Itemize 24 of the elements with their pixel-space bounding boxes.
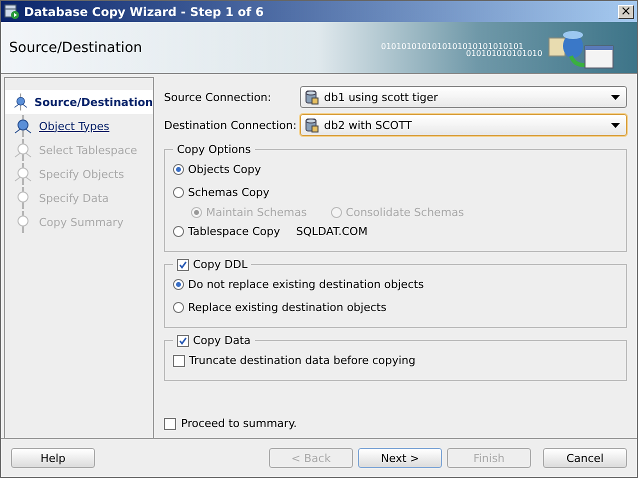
tablespace-name: SQLDAT.COM xyxy=(296,225,368,238)
connection-dropdown[interactable]: db1 using scott tiger xyxy=(300,86,627,108)
option-label[interactable]: Replace existing destination objects xyxy=(188,301,386,314)
option-label[interactable]: Tablespace Copy xyxy=(188,225,280,238)
field-label: Destination Connection: xyxy=(164,118,298,132)
option-label[interactable]: Do not replace existing destination objects xyxy=(188,278,424,291)
wizard-button[interactable]: Cancel xyxy=(543,448,627,468)
connection-dropdown[interactable]: db2 with SCOTT xyxy=(300,114,627,136)
banner-text: 0101010101010101010101010101 xyxy=(381,42,524,51)
option-label[interactable]: Copy Data xyxy=(193,334,251,347)
wizard-button[interactable]: Help xyxy=(11,448,95,468)
group-title: Copy Options xyxy=(177,143,251,156)
option-label[interactable]: Objects Copy xyxy=(188,163,261,176)
option-label[interactable]: Proceed to summary. xyxy=(181,417,297,430)
option-label[interactable]: Truncate destination data before copying xyxy=(189,354,416,367)
window-title: Database Copy Wizard - Step 1 of 6 xyxy=(24,4,265,18)
wizard-step[interactable]: Object Types xyxy=(39,120,110,132)
wizard-button[interactable]: Next > xyxy=(358,448,442,468)
option-label[interactable]: Schemas Copy xyxy=(188,186,270,199)
close-button[interactable]: × xyxy=(618,4,634,18)
field-label: Source Connection: xyxy=(164,90,272,104)
option-label[interactable]: Copy DDL xyxy=(193,258,248,271)
page-title: Source/Destination xyxy=(9,40,142,56)
banner-text: 010101010101010 xyxy=(466,49,542,58)
